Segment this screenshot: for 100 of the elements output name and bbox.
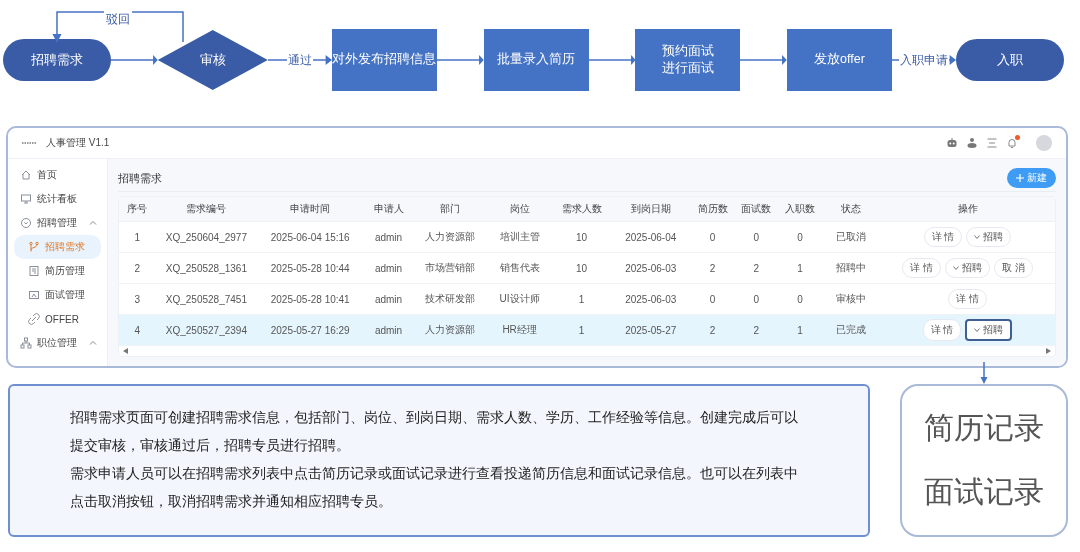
sidebar-item[interactable]: 首页 xyxy=(14,163,101,187)
branch-icon xyxy=(28,241,40,253)
action-button[interactable]: 详 情 xyxy=(948,289,987,309)
table-cell: 2025-06-04 xyxy=(625,231,677,243)
table-cell: UI设计师 xyxy=(499,292,540,306)
table-row[interactable]: 2 XQ_250528_1361 2025-05-28 10:44 admin 市场营销部 销售代表 10 2025-06-03 2 2 1 招聘中 详 情 招聘 取 消 xyxy=(119,253,1055,284)
table-cell: 1 xyxy=(578,324,585,336)
table-cell: 2025-05-28 10:41 xyxy=(270,293,350,305)
column-header: 序号 xyxy=(127,202,148,216)
table-cell: 0 xyxy=(753,231,760,243)
table-cell: 0 xyxy=(797,231,803,243)
table-cell: 1 xyxy=(797,262,803,274)
table-cell: 2025-06-04 15:16 xyxy=(270,231,350,243)
sidebar-item[interactable]: 面试管理 xyxy=(14,283,101,307)
column-header: 需求编号 xyxy=(186,202,227,216)
terminal-step: 入职 xyxy=(956,39,1064,81)
robot-icon[interactable] xyxy=(946,137,958,149)
table-cell: XQ_250527_2394 xyxy=(165,324,247,336)
sidebar-item[interactable]: 统计看板 xyxy=(14,187,101,211)
decision-step: 审核 xyxy=(157,30,268,90)
process-step: 对外发布招聘信息 xyxy=(331,29,437,91)
table-cell: 2025-05-27 16:29 xyxy=(270,324,350,336)
table-cell: 2 xyxy=(709,262,716,274)
scroll-right-icon[interactable] xyxy=(1046,348,1051,354)
process-step: 预约面试 进行面试 xyxy=(635,29,741,91)
table-cell: 销售代表 xyxy=(499,261,540,275)
logo-icon xyxy=(22,141,36,145)
callout-text: 面试记录 xyxy=(924,473,1044,510)
caret-icon xyxy=(953,266,960,270)
sidebar-item[interactable]: 简历管理 xyxy=(14,259,101,283)
card-icon xyxy=(28,289,40,301)
table-cell: 技术研发部 xyxy=(425,292,476,306)
table-cell: 3 xyxy=(134,293,140,305)
terminal-step: 招聘需求 xyxy=(3,39,111,81)
column-header: 部门 xyxy=(440,202,461,216)
chevron-icon xyxy=(89,219,97,227)
arrow-label: 通过 xyxy=(286,51,313,69)
action-button[interactable]: 详 情 xyxy=(922,319,962,341)
column-header: 状态 xyxy=(841,202,862,216)
table-cell: 0 xyxy=(753,293,760,305)
table-cell: XQ_250604_2977 xyxy=(165,231,247,243)
table-cell: 0 xyxy=(797,293,803,305)
table-cell: 已取消 xyxy=(836,230,867,244)
sidebar-item[interactable]: 招聘管理 xyxy=(14,211,101,235)
table-cell: XQ_250528_7451 xyxy=(165,293,247,305)
callout-text: 简历记录 xyxy=(924,410,1044,447)
scroll-left-icon[interactable] xyxy=(123,348,128,354)
sidebar-item[interactable]: OFFER xyxy=(14,307,101,331)
column-header: 申请时间 xyxy=(290,202,331,216)
table-cell: 培训主管 xyxy=(499,230,540,244)
table-cell: 2025-05-27 xyxy=(625,324,677,336)
table-row[interactable]: 4 XQ_250527_2394 2025-05-27 16:29 admin 人力资源部 HR经理 1 2025-05-27 2 2 1 已完成 详 情 招聘 xyxy=(119,315,1055,346)
arrow xyxy=(588,54,636,66)
action-button[interactable]: 取 消 xyxy=(994,258,1033,278)
table-cell: 2025-06-03 xyxy=(625,262,677,274)
monitor-icon xyxy=(20,193,32,205)
table-cell: 1 xyxy=(578,293,585,305)
document-icon xyxy=(28,265,40,277)
table-cell: admin xyxy=(374,293,403,305)
table-row[interactable]: 1 XQ_250604_2977 2025-06-04 15:16 admin 人力资源部 培训主管 10 2025-06-04 0 0 0 已取消 详 情 招聘 xyxy=(119,222,1055,253)
table-cell: 0 xyxy=(709,231,716,243)
table-cell: admin xyxy=(374,262,403,274)
app-title: 人事管理 V1.1 xyxy=(46,136,110,150)
dropdown-button[interactable]: 招聘 xyxy=(966,227,1012,247)
table-cell: 2025-06-03 xyxy=(625,293,677,305)
action-button[interactable]: 详 情 xyxy=(923,227,963,247)
org-chart-icon xyxy=(20,337,32,349)
table-cell: 2 xyxy=(753,262,760,274)
table-cell: 2 xyxy=(709,324,716,336)
column-header: 岗位 xyxy=(509,202,530,216)
table-cell: 市场营销部 xyxy=(425,261,476,275)
dropdown-button[interactable]: 招聘 xyxy=(945,258,991,278)
dropdown-button[interactable]: 招聘 xyxy=(965,319,1013,341)
table-cell: 人力资源部 xyxy=(425,323,476,337)
table-cell: 2 xyxy=(753,324,760,336)
table-cell: 2025-05-28 10:44 xyxy=(270,262,350,274)
column-header: 申请人 xyxy=(373,202,404,216)
chevron-icon xyxy=(89,339,97,347)
table-cell: 已完成 xyxy=(836,323,867,337)
process-step: 发放offer xyxy=(787,29,892,91)
caret-icon xyxy=(974,235,981,239)
action-button[interactable]: 详 情 xyxy=(902,258,942,278)
arrow-label: 驳回 xyxy=(104,11,132,28)
table-cell: 1 xyxy=(797,324,803,336)
arrow-label: 入职申请 xyxy=(899,51,949,69)
home-icon xyxy=(20,169,32,181)
sidebar-item[interactable]: 职位管理 xyxy=(14,331,101,355)
figure-icon[interactable] xyxy=(966,137,978,149)
arrow xyxy=(740,54,787,66)
bell-icon[interactable] xyxy=(1006,137,1018,149)
circle-chevron-icon xyxy=(20,217,32,229)
table-cell: 2 xyxy=(134,262,140,274)
table-cell: 4 xyxy=(134,324,140,336)
caret-icon xyxy=(974,328,981,332)
column-header: 到岗日期 xyxy=(630,202,671,216)
column-header: 面试数 xyxy=(741,202,772,216)
table-cell: 审核中 xyxy=(836,292,867,306)
arrow xyxy=(436,54,484,66)
column-header: 需求人数 xyxy=(561,202,602,216)
description-text: 招聘需求页面可创建招聘需求信息，包括部门、岗位、到岗日期、需求人数、学历、工作经验等信息。创建完成后可以提交审核，审核通过后，招聘专员进行招聘。 xyxy=(70,409,799,455)
